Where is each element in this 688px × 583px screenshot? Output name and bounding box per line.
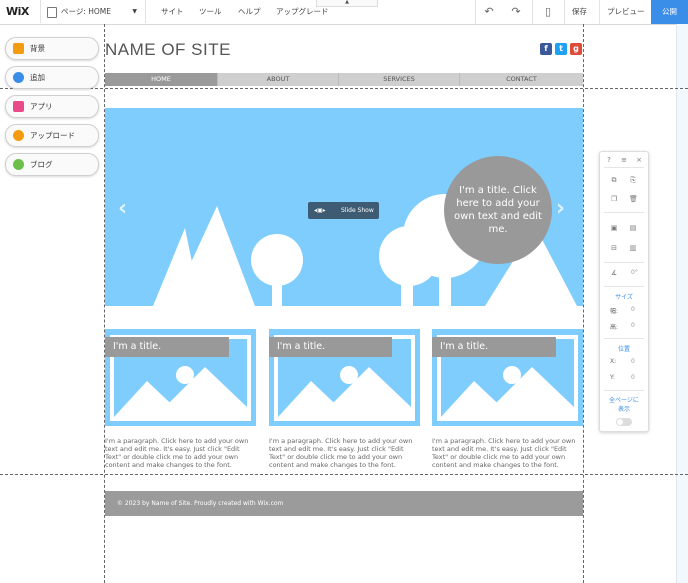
undo-icon[interactable]: ↶ [477, 0, 501, 24]
save-button[interactable]: 保存 [572, 0, 587, 24]
x-value[interactable]: 0 [631, 358, 635, 365]
show-all-pages-label-2: 表示 [617, 406, 630, 413]
site-name[interactable]: NAME OF SITE [105, 40, 231, 60]
drag-handle-icon[interactable]: ≡ [620, 156, 628, 164]
background-label: 背景 [30, 44, 45, 53]
tool-panel: ? ≡ × ⧉ ⎘ ❐ 🗑 ▣ ▤ ⊟ ▥ ∡ 0° サイズ 幅: 0 高: 0… [599, 151, 649, 432]
right-scroll-strip[interactable] [676, 24, 688, 583]
page-selector-label: ページ: HOME [61, 7, 112, 16]
publish-button[interactable]: 公開 [651, 0, 688, 24]
header-guide [0, 88, 688, 89]
show-all-pages-label: 全ページに [609, 397, 639, 404]
page-selector[interactable]: ページ: HOME ▼ [40, 0, 146, 23]
slideshow-next-arrow[interactable]: › [556, 196, 565, 221]
column-text-1[interactable]: I'm a paragraph. Click here to add your … [105, 437, 257, 469]
add-label: 追加 [30, 73, 45, 82]
nav-contact[interactable]: CONTACT [460, 73, 583, 86]
y-label: Y: [610, 374, 615, 381]
y-value[interactable]: 0 [631, 374, 635, 381]
distribute-icon[interactable]: ▥ [629, 244, 637, 252]
slideshow-prev-arrow[interactable]: ‹ [118, 196, 127, 221]
background-icon [13, 43, 24, 54]
upload-button[interactable]: アップロード [5, 124, 99, 147]
page-icon [47, 7, 57, 18]
copy-icon[interactable]: ⧉ [610, 176, 618, 184]
wix-logo: WiX [6, 5, 29, 18]
show-all-pages-toggle[interactable] [616, 418, 632, 426]
blog-button[interactable]: ブログ [5, 153, 99, 176]
nav-services[interactable]: SERVICES [339, 73, 460, 86]
width-label: 幅: [610, 308, 619, 315]
column-text-2[interactable]: I'm a paragraph. Click here to add your … [269, 437, 421, 469]
column-title-2[interactable]: I'm a title. [269, 337, 392, 357]
menu-site[interactable]: サイト [161, 0, 184, 24]
align-icon[interactable]: ⊟ [610, 244, 618, 252]
close-icon[interactable]: × [635, 156, 643, 164]
duplicate-icon[interactable]: ❐ [610, 195, 618, 203]
paste-icon[interactable]: ⎘ [629, 176, 637, 184]
rotation-value[interactable]: 0° [631, 269, 638, 276]
chevron-down-icon: ▼ [132, 8, 137, 15]
right-stage-guide [583, 24, 584, 583]
footer-guide [0, 474, 688, 475]
blog-icon [13, 159, 24, 170]
nav-about[interactable]: ABOUT [218, 73, 339, 86]
gallery-icon: ◂▣▸ [314, 207, 326, 214]
delete-icon[interactable]: 🗑 [629, 195, 638, 203]
upload-icon [13, 130, 24, 141]
bring-forward-icon[interactable]: ▣ [610, 224, 618, 232]
googleplus-icon[interactable]: g [570, 43, 582, 55]
upload-label: アップロード [30, 131, 75, 140]
apps-label: アプリ [30, 102, 53, 111]
height-label: 高: [610, 324, 619, 331]
redo-icon[interactable]: ↷ [504, 0, 528, 24]
apps-button[interactable]: アプリ [5, 95, 99, 118]
preview-button[interactable]: プレビュー [607, 0, 645, 24]
column-text-3[interactable]: I'm a paragraph. Click here to add your … [432, 437, 584, 469]
blog-label: ブログ [30, 160, 53, 169]
add-button[interactable]: 追加 [5, 66, 99, 89]
height-value[interactable]: 0 [631, 322, 635, 329]
apps-icon [13, 101, 24, 112]
size-section-label: サイズ [615, 294, 633, 301]
menu-help[interactable]: ヘルプ [238, 0, 261, 24]
site-nav: HOME ABOUT SERVICES CONTACT [105, 73, 583, 86]
facebook-icon[interactable]: f [540, 43, 552, 55]
send-backward-icon[interactable]: ▤ [629, 224, 637, 232]
site-footer[interactable]: © 2023 by Name of Site. Proudly created … [105, 491, 583, 516]
column-title-1[interactable]: I'm a title. [105, 337, 229, 357]
slide-title[interactable]: I'm a title. Click here to add your own … [444, 156, 552, 264]
nav-home[interactable]: HOME [105, 73, 218, 86]
editor-topbar: WiX ページ: HOME ▼ サイト ツール ヘルプ アップグレード ▲ ↶ … [0, 0, 688, 25]
position-section-label: 位置 [617, 346, 630, 353]
slideshow-button-label: Slide Show [341, 207, 374, 214]
rotate-icon[interactable]: ∡ [610, 269, 618, 277]
background-button[interactable]: 背景 [5, 37, 99, 60]
column-title-3[interactable]: I'm a title. [432, 337, 556, 357]
twitter-icon[interactable]: t [555, 43, 567, 55]
slideshow-button[interactable]: ◂▣▸ Slide Show [308, 202, 379, 219]
width-value[interactable]: 0 [631, 306, 635, 313]
menu-tools[interactable]: ツール [199, 0, 222, 24]
x-label: X: [610, 358, 617, 365]
mobile-view-icon[interactable]: ▯ [536, 0, 560, 24]
topbar-collapse-handle[interactable]: ▲ [316, 0, 378, 7]
add-icon [13, 72, 24, 83]
help-icon[interactable]: ? [605, 156, 613, 164]
